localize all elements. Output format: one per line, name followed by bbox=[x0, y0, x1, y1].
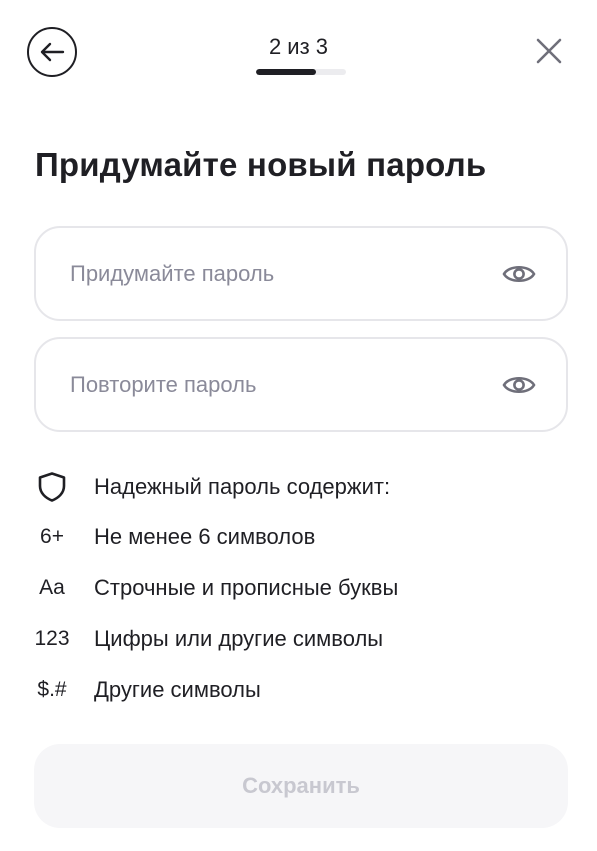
new-password-input[interactable] bbox=[70, 228, 490, 319]
requirement-badge: 6+ bbox=[40, 525, 64, 548]
requirement-text: Не менее 6 символов bbox=[94, 524, 316, 549]
save-button[interactable]: Сохранить bbox=[34, 744, 568, 828]
password-reset-page: 2 из 3 Придумайте новый пароль Надежный … bbox=[0, 0, 597, 851]
requirement-text: Цифры или другие символы bbox=[94, 626, 384, 651]
requirement-badge: 123 bbox=[34, 627, 70, 650]
requirement-badge: $.# bbox=[37, 678, 67, 701]
show-new-password-toggle[interactable] bbox=[502, 260, 536, 288]
page-title: Придумайте новый пароль bbox=[35, 146, 487, 183]
requirement-letter-case: Aa Строчные и прописные буквы bbox=[0, 570, 597, 606]
show-repeat-password-toggle[interactable] bbox=[502, 371, 536, 399]
requirement-digits: 123 Цифры или другие символы bbox=[0, 621, 597, 657]
requirement-min-length: 6+ Не менее 6 символов bbox=[0, 519, 597, 555]
step-progress-bar bbox=[256, 69, 346, 75]
requirement-special-symbols: $.# Другие символы bbox=[0, 672, 597, 708]
step-progress-fill bbox=[256, 69, 317, 75]
requirements-header-text: Надежный пароль содержит: bbox=[94, 474, 391, 499]
eye-icon bbox=[502, 376, 536, 394]
requirement-text: Другие символы bbox=[94, 677, 261, 702]
requirement-badge: Aa bbox=[39, 576, 65, 599]
requirements-header: Надежный пароль содержит: bbox=[0, 469, 597, 505]
shield-icon bbox=[28, 469, 76, 505]
repeat-password-input[interactable] bbox=[70, 339, 490, 430]
close-icon bbox=[536, 38, 562, 64]
repeat-password-field bbox=[34, 337, 568, 432]
step-indicator: 2 из 3 bbox=[268, 34, 329, 59]
requirement-text: Строчные и прописные буквы bbox=[94, 575, 399, 600]
new-password-field bbox=[34, 226, 568, 321]
close-button[interactable] bbox=[532, 34, 566, 68]
eye-icon bbox=[502, 265, 536, 283]
